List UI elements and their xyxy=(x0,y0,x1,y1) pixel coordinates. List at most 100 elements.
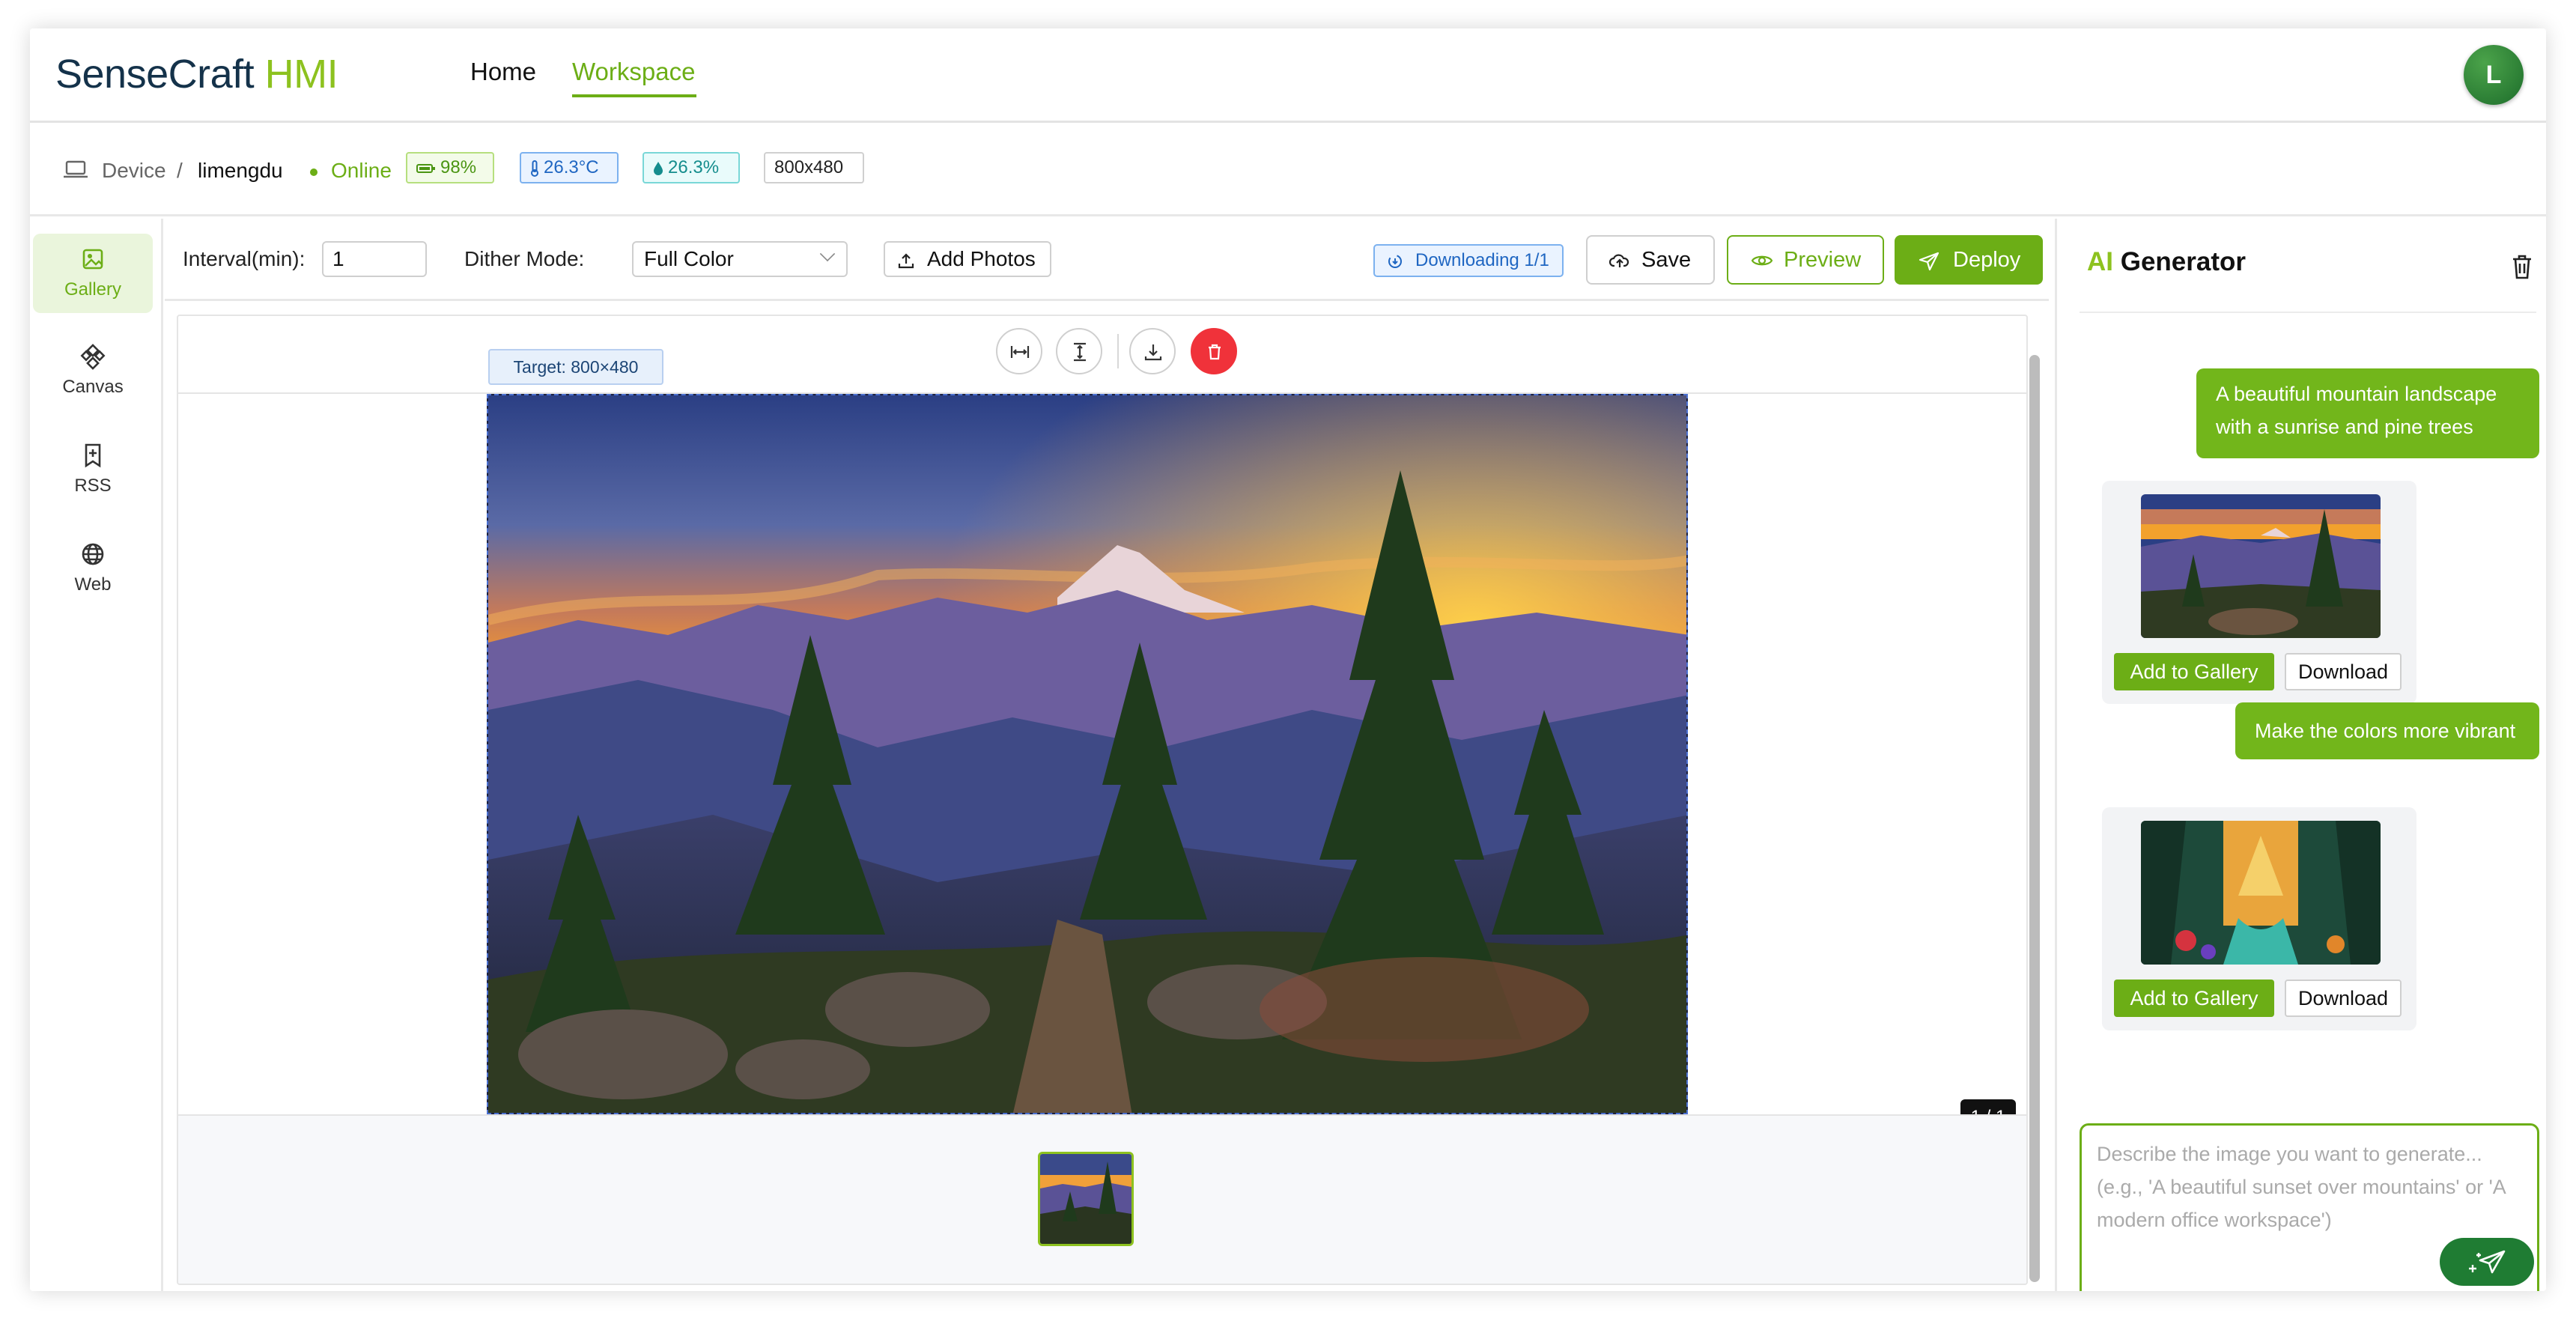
ai-generator-title: AI Generator xyxy=(2087,247,2246,277)
nav-workspace-link[interactable]: Workspace xyxy=(572,57,695,87)
fit-height-button[interactable] xyxy=(1056,328,1102,374)
nav-home-link[interactable]: Home xyxy=(470,57,536,87)
download-icon xyxy=(1144,344,1162,361)
thumbnail-item[interactable] xyxy=(1038,1152,1134,1246)
main-image-preview[interactable] xyxy=(487,394,1688,1114)
downloading-status-badge: Downloading 1/1 xyxy=(1373,244,1564,277)
user-message-2: Make the colors more vibrant xyxy=(2235,702,2539,759)
sidebar-item-canvas[interactable]: Canvas xyxy=(33,331,153,410)
online-status: Online xyxy=(331,159,392,182)
deploy-label: Deploy xyxy=(1953,248,2021,272)
humidity-value: 26.3% xyxy=(668,157,720,177)
generated-image-2[interactable] xyxy=(2141,821,2381,965)
logo-text-main: SenseCraft xyxy=(55,52,255,97)
download-button[interactable]: Download xyxy=(2285,980,2402,1017)
logo-text-accent: HMI xyxy=(264,52,338,97)
thumbnail-image xyxy=(1040,1154,1131,1244)
fit-height-icon xyxy=(1074,342,1086,362)
canvas-scrollbar[interactable] xyxy=(2029,355,2040,1282)
canvas-icon xyxy=(80,344,106,370)
top-navbar: SenseCraft HMI Home Workspace L xyxy=(30,28,2546,123)
breadcrumb-separator: / xyxy=(177,159,183,182)
image-controls-row: Target: 800×480 xyxy=(178,316,2026,394)
sidebar-item-label: Gallery xyxy=(64,279,122,300)
battery-badge: 98% xyxy=(406,152,494,183)
gallery-toolbar: Interval(min): Dither Mode: Full Color A… xyxy=(165,219,2049,301)
controls-divider xyxy=(1117,334,1119,368)
ai-response-card-1: Add to Gallery Download xyxy=(2102,481,2416,704)
user-avatar[interactable]: L xyxy=(2464,45,2524,105)
sparkle-send-icon xyxy=(2469,1250,2506,1274)
sidebar-item-label: Web xyxy=(74,574,112,595)
trash-icon xyxy=(1209,344,1221,360)
downloading-text: Downloading 1/1 xyxy=(1415,250,1549,270)
mountain-landscape-image xyxy=(488,395,1686,1113)
target-size-label: Target: 800×480 xyxy=(488,349,663,385)
image-icon xyxy=(82,249,103,270)
fit-width-button[interactable] xyxy=(996,328,1042,374)
generated-image-2-art xyxy=(2141,821,2381,965)
fit-width-icon xyxy=(1010,346,1030,358)
device-name: limengdu xyxy=(198,159,283,182)
resolution-badge: 800x480 xyxy=(764,152,864,183)
add-to-gallery-button[interactable]: Add to Gallery xyxy=(2114,653,2274,690)
preview-button[interactable]: Preview xyxy=(1727,235,1884,285)
download-progress-icon xyxy=(1388,255,1402,268)
download-image-button[interactable] xyxy=(1129,328,1176,374)
eye-icon xyxy=(1751,255,1773,266)
sidebar-item-rss[interactable]: RSS xyxy=(33,430,153,509)
ai-response-card-2: Add to Gallery Download xyxy=(2102,807,2416,1030)
online-dot xyxy=(310,168,318,176)
image-canvas-area: Target: 800×480 xyxy=(177,315,2028,1285)
prompt-input-box[interactable]: Describe the image you want to generate.… xyxy=(2080,1123,2539,1291)
sidebar-item-gallery[interactable]: Gallery xyxy=(33,234,153,313)
humidity-badge: 26.3% xyxy=(643,152,740,183)
thumbnail-strip xyxy=(178,1114,2026,1284)
cloud-upload-icon xyxy=(1609,254,1629,267)
prompt-placeholder: Describe the image you want to generate.… xyxy=(2097,1143,2506,1231)
chevron-down-icon xyxy=(819,246,836,262)
page: SenseCraft HMI Home Workspace L Device /… xyxy=(0,0,2576,1321)
ai-title-text: Generator xyxy=(2120,247,2247,276)
add-photos-label: Add Photos xyxy=(927,247,1036,270)
save-button[interactable]: Save xyxy=(1586,235,1715,285)
generated-image-1-art xyxy=(2141,494,2381,638)
add-photos-button[interactable]: Add Photos xyxy=(884,241,1051,277)
generate-send-button[interactable] xyxy=(2440,1238,2534,1286)
breadcrumb-device[interactable]: Device xyxy=(102,158,166,183)
delete-image-button[interactable] xyxy=(1191,328,1237,374)
user-message-1: A beautiful mountain landscape with a su… xyxy=(2196,368,2539,458)
send-icon xyxy=(1919,252,1939,271)
generated-image-1[interactable] xyxy=(2141,494,2381,638)
interval-label: Interval(min): xyxy=(183,247,306,270)
add-to-gallery-button[interactable]: Add to Gallery xyxy=(2114,980,2274,1017)
dither-mode-value: Full Color xyxy=(644,247,734,270)
left-sidebar: Gallery Canvas RSS Web xyxy=(30,219,163,1291)
app-window: SenseCraft HMI Home Workspace L Device /… xyxy=(30,28,2546,1291)
temperature-badge: 26.3°C xyxy=(520,152,619,183)
ai-generator-panel: AI Generator A beautiful mountain landsc… xyxy=(2055,219,2546,1291)
save-label: Save xyxy=(1641,248,1692,272)
clear-chat-trash-icon[interactable] xyxy=(2509,253,2535,280)
sidebar-item-label: Canvas xyxy=(62,377,124,397)
globe-icon xyxy=(82,543,104,565)
battery-icon xyxy=(416,163,435,173)
sidebar-item-web[interactable]: Web xyxy=(33,529,153,608)
laptop-icon xyxy=(64,160,88,178)
interval-input[interactable] xyxy=(322,241,427,277)
droplet-icon xyxy=(654,161,663,175)
rss-icon xyxy=(85,443,101,468)
thermometer-icon xyxy=(531,160,538,177)
ai-title-prefix: AI xyxy=(2087,247,2113,276)
panel-divider xyxy=(2080,312,2536,313)
preview-label: Preview xyxy=(1784,248,1862,272)
download-button[interactable]: Download xyxy=(2285,653,2402,690)
battery-value: 98% xyxy=(440,157,477,177)
dither-mode-select[interactable]: Full Color xyxy=(632,241,848,277)
temperature-value: 26.3°C xyxy=(544,157,599,177)
sidebar-item-label: RSS xyxy=(74,476,112,496)
deploy-button[interactable]: Deploy xyxy=(1895,235,2043,285)
active-nav-underline xyxy=(572,94,696,97)
upload-icon xyxy=(898,253,914,269)
app-logo[interactable]: SenseCraft HMI xyxy=(55,49,338,99)
